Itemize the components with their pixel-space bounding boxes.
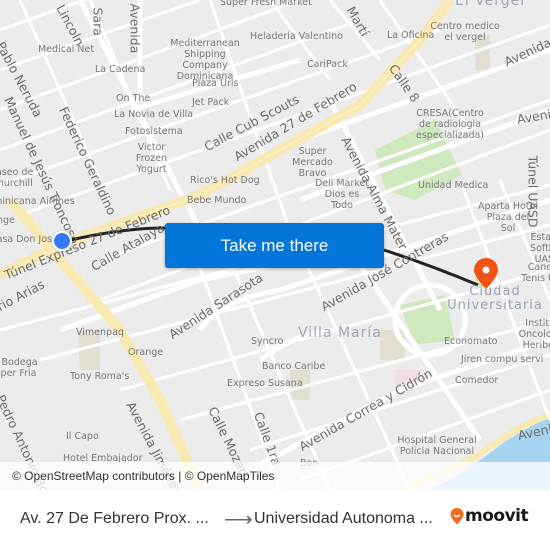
map-canvas[interactable]: Villa María El Vergel Ciudad Universitar…: [0, 0, 550, 490]
poi-label: La Novia de Villa: [114, 109, 194, 120]
poi-label: Il Capo: [66, 431, 99, 442]
poi-label: CariPack: [307, 59, 348, 70]
origin-marker[interactable]: [52, 231, 72, 251]
poi-label: Heladeria Valentino: [250, 31, 343, 42]
street-label: Sara: [90, 7, 106, 36]
poi-label: Fotosistema: [125, 126, 183, 137]
poi-label: Plaza Urls: [192, 78, 239, 89]
destination-label: Universidad Autonoma ...: [254, 510, 433, 527]
poi-label: On The: [116, 93, 151, 104]
poi-label: Centro medico el vergel: [430, 21, 500, 43]
poi-label: La Oficina: [387, 30, 435, 41]
arrow-right-icon: ⟶: [224, 509, 253, 531]
poi-label: La Cadena: [95, 64, 146, 75]
poi-label: Aparta Hotel Plaza del Sol: [478, 201, 538, 234]
poi-label: Estadio Softball UASD: [530, 232, 550, 265]
district-label-villa-maria: Villa María: [298, 325, 382, 341]
poi-label: Tony Roma's: [70, 371, 130, 382]
poi-label: Unidad Medica: [418, 180, 489, 191]
origin-label: Av. 27 De Febrero Prox. ...: [20, 510, 209, 527]
map-attribution[interactable]: © OpenStreetMap contributors | © OpenMap…: [0, 462, 550, 490]
poi-label: Dominicana Airlines: [0, 196, 75, 207]
poi-label: Paseo de Churchill: [0, 167, 34, 189]
poi-label: Canchas Tenis UASD: [521, 262, 550, 284]
poi-label: Vimenpaq: [76, 327, 124, 338]
poi-label: Super Fresh Market: [220, 0, 312, 8]
poi-label: Deli Market Dios es Todo: [314, 178, 370, 211]
poi-label: Orange: [128, 347, 164, 358]
moovit-wordmark: moovit: [465, 506, 529, 526]
poi-label: Hospital General Policia Nacional: [397, 435, 477, 457]
poi-label: Rico's Hot Dog: [190, 175, 260, 186]
moovit-logo[interactable]: moovit: [450, 506, 529, 526]
route-footer: Av. 27 De Febrero Prox. ... ⟶ Universida…: [0, 490, 550, 550]
poi-label: Super Mercado Bravo: [292, 146, 333, 179]
poi-label: Comedor: [455, 375, 499, 386]
district-label-el-vergel: El Vergel: [455, 0, 526, 9]
poi-label: Lounge: [0, 215, 15, 226]
poi-label: Bebe Mundo: [187, 195, 247, 206]
building-area: [380, 330, 405, 360]
poi-label: Jiren compu servi: [461, 354, 544, 365]
poi-label: Economato: [444, 336, 498, 347]
poi-label: La Bodega Super Fria: [0, 357, 38, 379]
poi-label: Mediterranean Shipping Company Dominican…: [170, 38, 240, 82]
take-me-there-button[interactable]: Take me there: [165, 223, 384, 268]
street-label: Avenida: [127, 3, 143, 54]
poi-label: Instituto Oncologico Heriberto: [518, 318, 550, 351]
poi-label: Casa Don José: [0, 234, 58, 245]
poi-label: Banco Caribe: [262, 361, 326, 372]
poi-label: Medical Net: [38, 44, 95, 55]
poi-label: Jet Pack: [192, 97, 230, 108]
moovit-pin-icon: [450, 507, 464, 524]
poi-label: Victor Frozen Yogurt: [135, 142, 168, 175]
poi-label: Syncro: [251, 336, 284, 347]
poi-label: CRESA(Centro de radiologia especializada…: [416, 108, 484, 141]
poi-label: Expreso Susana: [227, 378, 303, 389]
